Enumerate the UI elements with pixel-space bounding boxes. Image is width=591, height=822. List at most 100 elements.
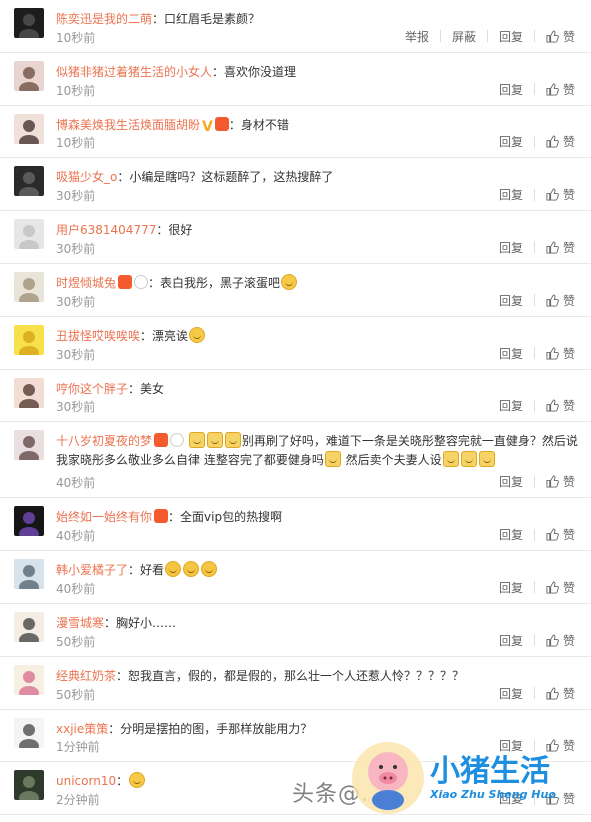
colon-separator: ：: [116, 774, 129, 789]
like-label: 赞: [562, 135, 575, 150]
reply-link[interactable]: 回复: [499, 397, 523, 414]
comment-text: 喜欢你没道理: [224, 64, 297, 79]
avatar[interactable]: [14, 324, 44, 355]
like-label: 赞: [562, 739, 575, 754]
comment-username[interactable]: 博森美焕我生活焕面腼胡盼: [56, 118, 200, 132]
comment-row: 韩小爱橘子了：好看 40秒前 回复赞: [0, 551, 591, 604]
reply-link[interactable]: 回复: [499, 526, 523, 543]
comment-username[interactable]: 似猪非猪过着猪生活的小女人: [56, 65, 212, 79]
reply-link[interactable]: 回复: [499, 239, 523, 256]
reply-link[interactable]: 回复: [499, 292, 523, 309]
block-link[interactable]: 屏蔽: [452, 28, 476, 45]
like-button[interactable]: 赞: [546, 345, 575, 362]
comment-username[interactable]: 经典红奶茶: [56, 669, 116, 683]
avatar[interactable]: [14, 611, 44, 642]
action-divider: [533, 135, 535, 148]
comment-username[interactable]: 吸猫少女_o: [56, 170, 117, 184]
vip-badge-icon: [154, 433, 169, 448]
colon-separator: ：: [152, 12, 165, 26]
comment-text: 小编是瞎吗？这标题醉了，这热搜醉了: [129, 170, 334, 185]
like-label: 赞: [562, 475, 575, 490]
comment-text: 漂亮诶: [152, 328, 189, 343]
like-button[interactable]: 赞: [546, 81, 575, 98]
cat-emoji-icon: [442, 451, 459, 468]
avatar[interactable]: [14, 271, 44, 302]
comment-username[interactable]: 陈奕迅是我的二萌: [56, 12, 152, 26]
like-label: 赞: [562, 399, 575, 414]
action-divider: [533, 687, 535, 700]
comment-username[interactable]: 哼你这个胖子: [56, 382, 128, 396]
avatar[interactable]: [14, 717, 44, 748]
action-divider: [533, 581, 535, 594]
reply-link[interactable]: 回复: [499, 632, 523, 649]
comment-content: 十八岁初夏夜的梦 别再刷了好吗，难道下一条是关晓彤整容完就一直健身？然后说我家晓…: [56, 432, 581, 470]
avatar[interactable]: [14, 506, 44, 537]
reply-link[interactable]: 回复: [499, 186, 523, 203]
reply-link[interactable]: 回复: [499, 133, 523, 150]
comment-username[interactable]: 用户6381404777: [56, 223, 156, 237]
comment-list: 陈奕迅是我的二萌：口红眉毛是素颜？ 10秒前 举报 屏蔽 回复赞似猪非猪过着猪生活的小女…: [0, 0, 591, 816]
comment-actions: 回复 赞: [499, 345, 575, 362]
avatar[interactable]: [14, 377, 44, 408]
like-button[interactable]: 赞: [546, 186, 575, 203]
like-button[interactable]: 赞: [546, 133, 575, 150]
avatar[interactable]: [14, 113, 44, 144]
thumbs-up-icon: [546, 634, 559, 647]
comment-username[interactable]: unicorn10: [56, 774, 116, 788]
action-divider: [533, 399, 535, 412]
comment-text: 表白我彤，黑子滚蛋吧: [160, 275, 281, 290]
like-label: 赞: [562, 686, 575, 701]
avatar[interactable]: [14, 60, 44, 91]
like-button[interactable]: 赞: [546, 737, 575, 754]
comment-content: 博森美焕我生活焕面腼胡盼 V ：身材不错: [56, 116, 581, 135]
comment-username[interactable]: 丑拔怪哎唉唉唉: [56, 329, 140, 343]
like-button[interactable]: 赞: [546, 632, 575, 649]
reply-link[interactable]: 回复: [499, 685, 523, 702]
comment-username[interactable]: 漫雪城寒: [56, 616, 104, 630]
colon-separator: ：: [128, 381, 141, 396]
comment-username[interactable]: 始终如一始终有你: [56, 510, 152, 524]
like-button[interactable]: 赞: [546, 526, 575, 543]
avatar[interactable]: [14, 664, 44, 695]
reply-link[interactable]: 回复: [499, 579, 523, 596]
comment-username[interactable]: xxjie策策: [56, 722, 108, 736]
like-button[interactable]: 赞: [546, 685, 575, 702]
like-button[interactable]: 赞: [546, 239, 575, 256]
comment-time: 30秒前: [56, 294, 96, 309]
avatar[interactable]: [14, 166, 44, 197]
comment-row: 用户6381404777：很好 30秒前 回复赞: [0, 211, 591, 264]
reply-link[interactable]: 回复: [499, 345, 523, 362]
report-link[interactable]: 举报: [405, 28, 429, 45]
action-divider: [486, 30, 488, 43]
like-label: 赞: [562, 82, 575, 97]
avatar[interactable]: [14, 770, 44, 801]
comment-username[interactable]: 时煜倾城兔: [56, 276, 116, 290]
comment-time: 30秒前: [56, 241, 96, 256]
like-button[interactable]: 赞: [546, 473, 575, 490]
comment-username[interactable]: 十八岁初夏夜的梦: [56, 434, 152, 448]
reply-link[interactable]: 回复: [499, 81, 523, 98]
like-button[interactable]: 赞: [546, 397, 575, 414]
avatar[interactable]: [14, 430, 44, 461]
comment-actions: 回复 赞: [499, 632, 575, 649]
comment-username[interactable]: 韩小爱橘子了: [56, 563, 128, 577]
like-button[interactable]: 赞: [546, 292, 575, 309]
like-button[interactable]: 赞: [546, 28, 575, 45]
avatar[interactable]: [14, 219, 44, 250]
comment-time: 30秒前: [56, 189, 96, 204]
action-divider: [533, 528, 535, 541]
like-label: 赞: [562, 792, 575, 807]
comment-text: 胸好小……: [116, 615, 177, 630]
comment-time: 40秒前: [56, 581, 96, 596]
action-divider: [533, 475, 535, 488]
reply-link[interactable]: 回复: [499, 473, 523, 490]
avatar[interactable]: [14, 559, 44, 590]
like-label: 赞: [562, 240, 575, 255]
like-button[interactable]: 赞: [546, 579, 575, 596]
action-divider: [533, 347, 535, 360]
avatar[interactable]: [14, 8, 44, 38]
colon-separator: ：: [104, 615, 117, 630]
thumbs-up-icon: [546, 188, 559, 201]
reply-link[interactable]: 回复: [499, 28, 523, 45]
comment-time: 40秒前: [56, 476, 96, 491]
